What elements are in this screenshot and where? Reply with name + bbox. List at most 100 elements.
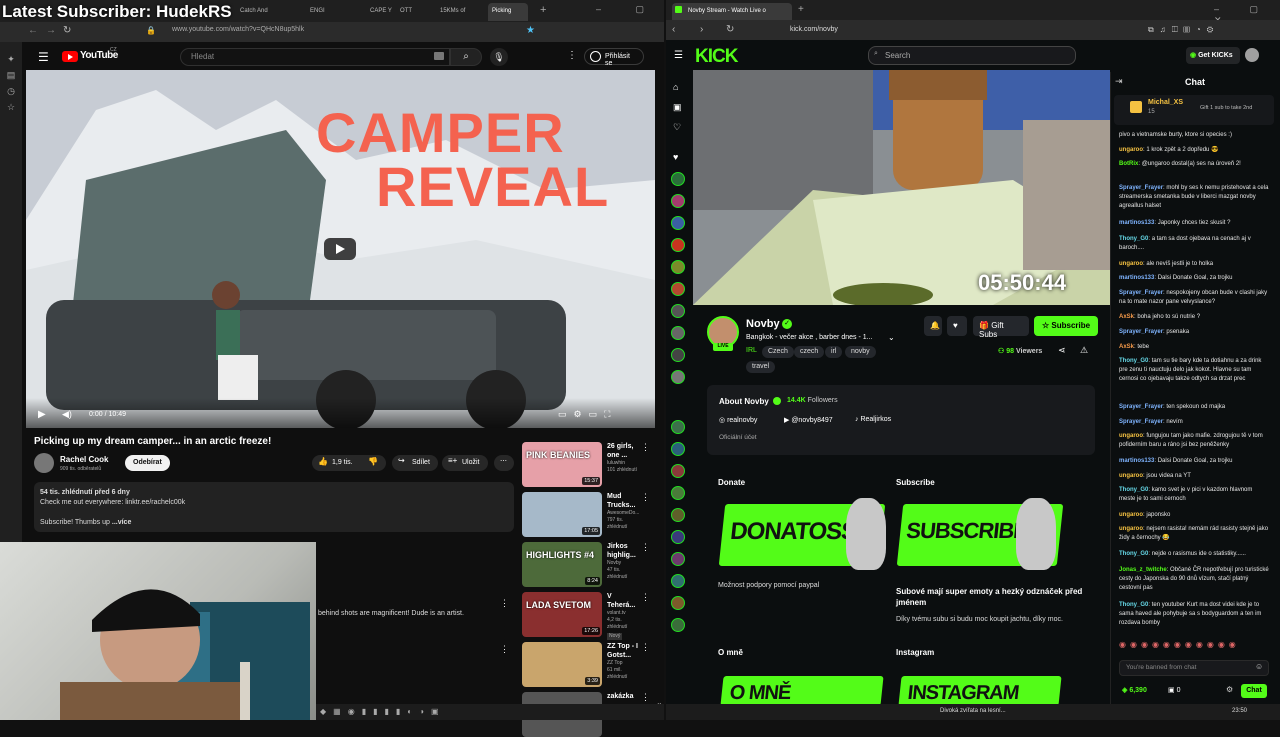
followed-channel-avatar[interactable] <box>671 508 685 522</box>
video-description[interactable]: 54 tis. zhlédnutí před 6 dny Check me ou… <box>34 482 514 532</box>
new-tab-icon[interactable]: + <box>540 4 546 16</box>
social-tiktok[interactable]: ♪ Realjirkos <box>855 416 891 423</box>
chat-username[interactable]: martinos133 <box>1119 275 1154 281</box>
forward-icon[interactable]: › <box>700 24 703 35</box>
subscribe-button[interactable]: Odebírat <box>125 455 170 471</box>
browser-tab[interactable]: Picking <box>488 3 528 21</box>
chat-username[interactable]: Thony_G0 <box>1119 487 1148 493</box>
followed-channel-avatar[interactable] <box>671 348 685 362</box>
share-icon[interactable]: ⋖ <box>1058 345 1066 356</box>
chat-send-button[interactable]: Chat <box>1241 684 1267 698</box>
reload-icon[interactable]: ↻ <box>63 25 71 36</box>
reload-icon[interactable]: ↻ <box>726 24 734 35</box>
kick-tab[interactable]: Novby Stream - Watch Live o <box>672 3 792 20</box>
bookmark-star-icon[interactable]: ★ <box>526 25 535 36</box>
kick-logo[interactable]: KICK <box>695 46 738 68</box>
chat-username[interactable]: AxSk <box>1119 344 1134 350</box>
youtube-video-player[interactable]: CAMPER REVEAL ▶ ◀) 0:00 / 10:49 ▭⚙▭⛶ <box>26 70 655 428</box>
followed-channel-avatar[interactable] <box>671 596 685 610</box>
recommendation-thumbnail[interactable]: 17:05 <box>522 492 602 537</box>
followed-channel-avatar[interactable] <box>671 282 685 296</box>
followed-channel-avatar[interactable] <box>671 260 685 274</box>
recommendation-thumbnail[interactable]: HIGHLIGHTS #4 8:24 <box>522 542 602 587</box>
browser-tab[interactable]: 15KMs of <box>436 3 482 21</box>
play-overlay-button[interactable] <box>324 238 356 260</box>
emoji-icon[interactable]: ☺ <box>1255 662 1263 671</box>
chat-username[interactable]: ungaroo <box>1119 433 1143 439</box>
streamer-name[interactable]: Novby <box>746 318 780 330</box>
recommendation-info[interactable]: zakázka <box>607 692 641 701</box>
chat-username[interactable]: martinos133 <box>1119 458 1154 464</box>
collapse-chat-icon[interactable]: ⇥ <box>1115 76 1123 87</box>
recommendation-info[interactable]: 26 girls, one ... luluwhin 101 zhlédnutí <box>607 442 641 474</box>
browser-tab[interactable]: Catch And <box>236 3 296 21</box>
chat-username[interactable]: ungaroo <box>1119 473 1143 479</box>
recommendation-more-icon[interactable]: ⋮ <box>641 542 650 553</box>
home-icon[interactable]: ⌂ <box>673 82 678 92</box>
instagram-panel-image[interactable]: INSTAGRAM <box>898 676 1062 706</box>
followed-channel-avatar[interactable] <box>671 464 685 478</box>
back-icon[interactable]: ← <box>28 25 38 36</box>
chat-username[interactable]: AxSk <box>1119 314 1134 320</box>
chat-username[interactable]: Thony_G0 <box>1119 602 1148 608</box>
social-youtube[interactable]: ▶ @novby8497 <box>784 416 833 424</box>
forward-icon[interactable]: → <box>46 25 56 36</box>
followed-channel-avatar[interactable] <box>671 304 685 318</box>
stream-tag[interactable]: czech <box>794 346 825 358</box>
chat-username[interactable]: Thony_G0 <box>1119 236 1148 242</box>
back-icon[interactable]: ‹ <box>672 24 675 35</box>
chat-input[interactable]: You're banned from chat <box>1119 660 1269 676</box>
followed-channel-avatar[interactable] <box>671 552 685 566</box>
comment-more-icon[interactable]: ⋮ <box>500 644 509 655</box>
followed-channel-avatar[interactable] <box>671 370 685 384</box>
chat-username[interactable]: Sprayer_Frayer <box>1119 185 1163 191</box>
chat-username[interactable]: Sprayer_Frayer <box>1119 290 1163 296</box>
stream-tag[interactable]: novby <box>845 346 876 358</box>
recommendation-more-icon[interactable]: ⋮ <box>641 592 650 603</box>
chat-username[interactable]: Sprayer_Frayer <box>1119 404 1163 410</box>
microphone-icon[interactable]: 🎙 <box>490 48 508 66</box>
stream-tag[interactable]: irl <box>825 346 843 358</box>
followed-channel-avatar[interactable] <box>671 194 685 208</box>
notification-bell-icon[interactable]: 🔔 <box>924 316 942 336</box>
report-icon[interactable]: ⚠ <box>1080 345 1088 356</box>
recommendation-info[interactable]: Mud Trucks... AwesomeDo... 797 tis. zhlédn… <box>607 492 641 531</box>
search-icon[interactable]: ⌕ <box>450 48 482 66</box>
left-url[interactable]: www.youtube.com/watch?v=QHcN8up5hlk <box>172 26 304 33</box>
omne-panel-image[interactable]: O MNĚ <box>720 676 884 706</box>
more-icon[interactable]: ⋮ <box>567 50 577 61</box>
browser-toolbar-icons[interactable]: ⧉♫◫▥◔⚙ <box>1148 25 1219 35</box>
favorites-icon[interactable]: ☆ <box>6 102 16 112</box>
more-actions-button[interactable]: ⋯ <box>494 455 514 471</box>
kick-search-input[interactable]: Search <box>868 46 1076 65</box>
right-url[interactable]: kick.com/novby <box>790 26 838 33</box>
chat-username[interactable]: Thony_G0 <box>1119 551 1148 557</box>
category-link[interactable]: IRL <box>746 347 757 354</box>
followed-channel-avatar[interactable] <box>671 420 685 434</box>
followed-channel-avatar[interactable] <box>671 574 685 588</box>
recommendation-info[interactable]: V Teherá... volant.tv 4,2 tis. zhlédnutí No… <box>607 592 641 640</box>
keyboard-icon[interactable] <box>434 52 444 60</box>
player-settings-icons[interactable]: ▭⚙▭⛶ <box>558 409 617 420</box>
browser-tab[interactable]: OTT <box>396 3 432 21</box>
followed-channel-avatar[interactable] <box>671 216 685 230</box>
pinned-gift-banner[interactable]: Michal_XS 15 Gift 1 sub to take 2nd <box>1114 95 1274 125</box>
channel-avatar[interactable] <box>34 453 54 473</box>
desc-more-link[interactable]: ...více <box>112 519 131 526</box>
user-avatar[interactable] <box>1245 48 1259 62</box>
browse-icon[interactable]: ▣ <box>673 102 682 113</box>
recommendation-thumbnail[interactable]: PINK BEANIES 15:37 <box>522 442 602 487</box>
youtube-search-input[interactable]: Hledat <box>180 48 450 66</box>
youtube-logo-icon[interactable] <box>62 51 78 62</box>
ai-icon[interactable]: ✦ <box>6 54 16 64</box>
follow-heart-icon[interactable]: ♥ <box>947 316 967 336</box>
chevron-down-icon[interactable]: ⌄ <box>888 333 895 342</box>
chat-settings-icon[interactable]: ⚙ <box>1226 685 1233 694</box>
followed-channel-avatar[interactable] <box>671 486 685 500</box>
taskbar-app-icons[interactable]: ◆▦◉▮▮▮▮◐◑▣ <box>320 707 446 716</box>
collections-icon[interactable]: ▤ <box>6 70 16 80</box>
followed-channel-avatar[interactable] <box>671 530 685 544</box>
chat-username[interactable]: Sprayer_Frayer <box>1119 329 1163 335</box>
gift-subs-button[interactable]: 🎁 Gift Subs <box>973 316 1029 339</box>
followed-channel-avatar[interactable] <box>671 442 685 456</box>
